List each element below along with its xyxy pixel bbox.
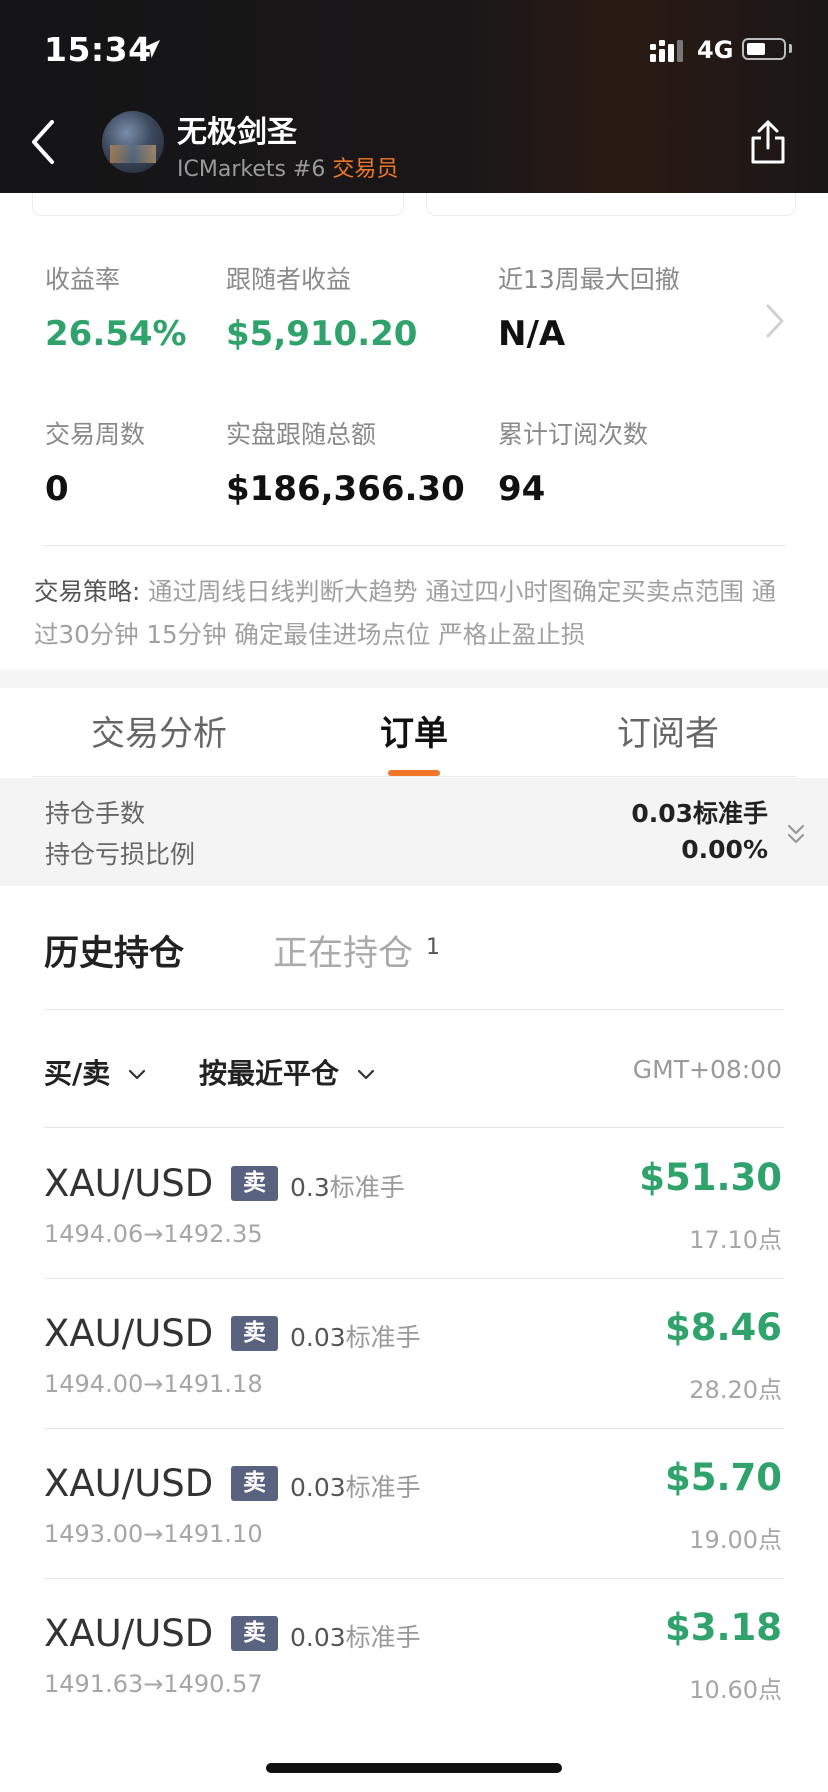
section-gap: [0, 670, 828, 688]
battery-nub: [789, 44, 792, 53]
order-points: 19.00点: [689, 1526, 782, 1554]
timezone-label: GMT+08:00: [632, 1055, 782, 1084]
card-stub-right: [426, 193, 796, 216]
order-profit: $5.70: [664, 1456, 782, 1499]
tab-history-positions[interactable]: 历史持仓: [44, 925, 184, 976]
order-lots-value: 0.03: [290, 1473, 346, 1502]
loss-value: 0.00%: [681, 835, 768, 864]
chevron-down-icon: [357, 1069, 374, 1080]
order-points: 10.60点: [689, 1676, 782, 1704]
order-lots-value: 0.3: [290, 1173, 330, 1202]
share-icon[interactable]: [748, 118, 788, 166]
status-time: 15:34: [44, 30, 152, 69]
live-total-label: 实盘跟随总额: [226, 420, 377, 449]
signal-icon: [650, 40, 683, 62]
strategy-body: 通过周线日线判断大趋势 通过四小时图确定买卖点范围 通过30分钟 15分钟 确定…: [34, 577, 777, 649]
order-lots-unit: 标准手: [345, 1323, 421, 1352]
order-lots-unit: 标准手: [329, 1173, 405, 1202]
tab-orders[interactable]: 订单: [380, 706, 448, 755]
order-row[interactable]: XAU/USD 卖 0.03标准手 1491.63→1490.57 $3.18 …: [0, 1598, 828, 1748]
order-points: 28.20点: [689, 1376, 782, 1404]
order-lots-value: 0.03: [290, 1623, 346, 1652]
order-divider: [44, 1428, 784, 1429]
strategy-label: 交易策略:: [34, 577, 141, 606]
sort-filter-label: 按最近平仓: [199, 1057, 340, 1090]
current-positions-count: 1: [426, 935, 440, 960]
order-symbol: XAU/USD: [44, 1462, 214, 1505]
lots-label: 持仓手数: [45, 799, 146, 828]
order-row[interactable]: XAU/USD 卖 0.3标准手 1494.06→1492.35 $51.30 …: [0, 1148, 828, 1298]
order-symbol: XAU/USD: [44, 1162, 214, 1205]
top-header: 15:34 4G 无极剑圣 ICMarkets #6 交易员: [0, 0, 828, 193]
order-lots: 0.03标准手: [290, 1468, 421, 1504]
tab-analysis[interactable]: 交易分析: [91, 706, 227, 755]
battery-icon: [742, 38, 786, 60]
live-total-value: $186,366.30: [226, 469, 465, 509]
side-filter-label: 买/卖: [44, 1057, 111, 1090]
order-profit: $3.18: [664, 1606, 782, 1649]
order-row[interactable]: XAU/USD 卖 0.03标准手 1494.00→1491.18 $8.46 …: [0, 1298, 828, 1448]
order-side-badge: 卖: [231, 1316, 278, 1351]
order-symbol: XAU/USD: [44, 1612, 214, 1655]
filter-divider: [44, 1127, 784, 1128]
return-label: 收益率: [45, 265, 121, 294]
lots-value: 0.03标准手: [631, 799, 768, 828]
drawdown-value: N/A: [498, 314, 566, 354]
follower-profit-value: $5,910.20: [226, 314, 418, 354]
order-lots: 0.03标准手: [290, 1318, 421, 1354]
chevron-right-icon[interactable]: [764, 302, 786, 340]
order-prices: 1494.06→1492.35: [44, 1220, 263, 1248]
order-side-badge: 卖: [231, 1466, 278, 1501]
order-divider: [44, 1578, 784, 1579]
weeks-label: 交易周数: [45, 420, 146, 449]
order-row[interactable]: XAU/USD 卖 0.03标准手 1493.00→1491.10 $5.70 …: [0, 1448, 828, 1598]
order-profit: $8.46: [664, 1306, 782, 1349]
network-type: 4G: [697, 36, 734, 64]
position-summary[interactable]: 持仓手数 0.03标准手 持仓亏损比例 0.00%: [0, 778, 828, 886]
location-arrow-icon: [142, 40, 160, 58]
stats-divider: [42, 545, 786, 546]
trader-name: 无极剑圣: [177, 115, 297, 150]
trader-subtitle: ICMarkets #6 交易员: [177, 151, 398, 183]
subs-value: 94: [498, 469, 546, 509]
order-lots-unit: 标准手: [345, 1473, 421, 1502]
return-value: 26.54%: [45, 314, 187, 354]
weeks-value: 0: [45, 469, 69, 509]
drawdown-label: 近13周最大回撤: [498, 265, 680, 294]
sort-filter[interactable]: 按最近平仓: [199, 1052, 375, 1092]
back-arrow-icon[interactable]: [28, 118, 58, 166]
subs-label: 累计订阅次数: [498, 420, 649, 449]
double-chevron-down-icon[interactable]: [786, 823, 806, 847]
order-side-badge: 卖: [231, 1166, 278, 1201]
strategy-text: 交易策略: 通过周线日线判断大趋势 通过四小时图确定买卖点范围 通过30分钟 1…: [34, 570, 794, 656]
card-stub-left: [32, 193, 404, 216]
order-points: 17.10点: [689, 1226, 782, 1254]
chevron-down-icon: [128, 1069, 146, 1080]
tabs-divider: [32, 776, 796, 777]
subtab-divider: [44, 1009, 784, 1010]
order-prices: 1494.00→1491.18: [44, 1370, 263, 1398]
avatar[interactable]: [102, 111, 164, 173]
broker-label: ICMarkets #6: [177, 157, 326, 182]
trader-role: 交易员: [332, 157, 399, 182]
order-lots: 0.03标准手: [290, 1618, 421, 1654]
order-profit: $51.30: [639, 1156, 782, 1199]
order-lots-unit: 标准手: [345, 1623, 421, 1652]
side-filter[interactable]: 买/卖: [44, 1052, 146, 1092]
tab-current-positions[interactable]: 正在持仓: [273, 925, 413, 976]
order-prices: 1493.00→1491.10: [44, 1520, 263, 1548]
loss-label: 持仓亏损比例: [45, 840, 196, 869]
order-divider: [44, 1278, 784, 1279]
order-symbol: XAU/USD: [44, 1312, 214, 1355]
home-indicator: [266, 1763, 562, 1773]
tab-subscribers[interactable]: 订阅者: [617, 706, 719, 755]
order-prices: 1491.63→1490.57: [44, 1670, 263, 1698]
order-lots: 0.3标准手: [290, 1168, 405, 1204]
order-side-badge: 卖: [231, 1616, 278, 1651]
follower-profit-label: 跟随者收益: [226, 265, 352, 294]
order-lots-value: 0.03: [290, 1323, 346, 1352]
